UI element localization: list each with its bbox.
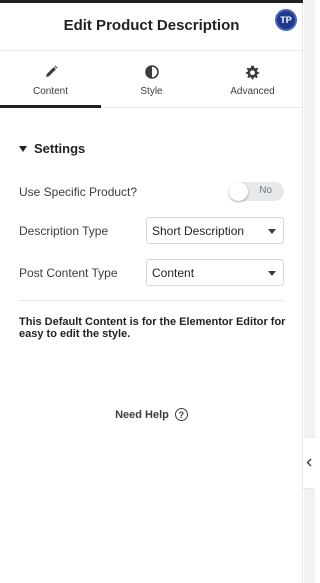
need-help-label: Need Help bbox=[115, 408, 169, 421]
pencil-icon bbox=[44, 64, 58, 80]
chevron-left-icon bbox=[306, 454, 312, 472]
panel-header: Edit Product Description TP bbox=[0, 3, 303, 51]
post-content-type-row: Post Content Type Content bbox=[19, 259, 284, 286]
description-type-label: Description Type bbox=[19, 223, 109, 238]
default-content-note: This Default Content is for the Elemento… bbox=[19, 316, 286, 340]
tab-style-label: Style bbox=[140, 86, 163, 97]
description-type-value: Short Description bbox=[152, 223, 245, 238]
tab-advanced[interactable]: Advanced bbox=[202, 51, 303, 107]
plugin-badge[interactable]: TP bbox=[275, 9, 297, 31]
description-type-row: Description Type Short Description bbox=[19, 217, 284, 244]
use-specific-product-row: Use Specific Product? No bbox=[19, 182, 284, 201]
tab-style[interactable]: Style bbox=[101, 51, 202, 107]
use-specific-product-label: Use Specific Product? bbox=[19, 184, 138, 199]
contrast-icon bbox=[144, 64, 159, 80]
settings-section-title: Settings bbox=[34, 141, 86, 156]
caret-down-icon bbox=[19, 145, 27, 152]
post-content-type-label: Post Content Type bbox=[19, 265, 118, 280]
need-help-link[interactable]: Need Help ? bbox=[0, 408, 303, 421]
collapse-panel-button[interactable] bbox=[303, 437, 315, 489]
post-content-type-value: Content bbox=[152, 265, 195, 280]
editor-panel: Edit Product Description TP Content Styl… bbox=[0, 0, 303, 583]
gear-icon bbox=[245, 64, 260, 80]
toggle-knob bbox=[229, 182, 248, 201]
canvas-edge bbox=[304, 0, 315, 583]
question-circle-icon: ? bbox=[174, 408, 188, 421]
section-divider bbox=[19, 300, 284, 301]
page-title: Edit Product Description bbox=[63, 17, 240, 34]
tab-content[interactable]: Content bbox=[0, 51, 101, 108]
panel-tabs: Content Style Advanced bbox=[0, 51, 303, 108]
post-content-type-select[interactable]: Content bbox=[146, 259, 284, 286]
use-specific-product-toggle[interactable]: No bbox=[229, 182, 284, 201]
toggle-state-text: No bbox=[259, 185, 272, 196]
tab-advanced-label: Advanced bbox=[230, 86, 275, 97]
chevron-down-icon bbox=[268, 271, 276, 276]
settings-section-toggle[interactable]: Settings bbox=[19, 141, 85, 156]
description-type-select[interactable]: Short Description bbox=[146, 217, 284, 244]
chevron-down-icon bbox=[268, 229, 276, 234]
tab-content-label: Content bbox=[32, 86, 69, 97]
